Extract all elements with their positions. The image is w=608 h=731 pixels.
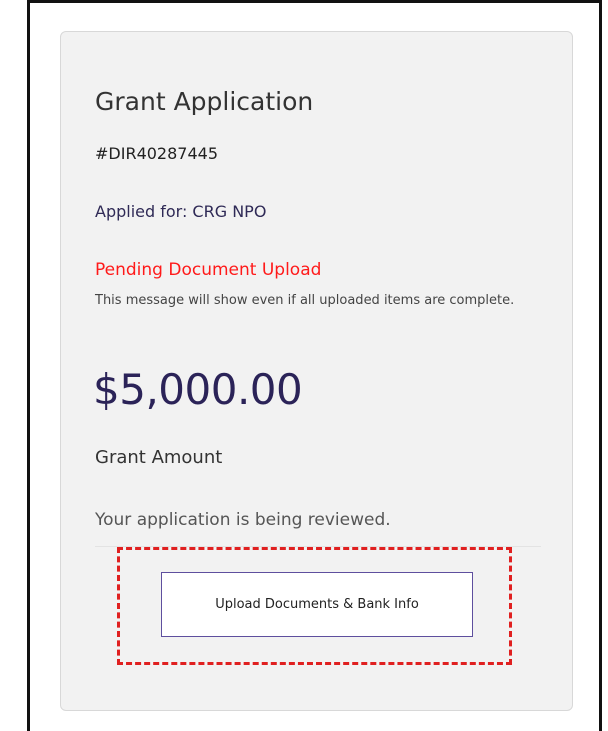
grant-amount-value: $5,000.00 [93,365,303,414]
application-id: #DIR40287445 [95,144,218,163]
review-message: Your application is being reviewed. [95,510,391,530]
card-title: Grant Application [95,87,314,116]
grant-application-card: Grant Application #DIR40287445 Applied f… [60,31,573,711]
status-note: This message will show even if all uploa… [95,293,515,308]
status-text: Pending Document Upload [95,260,322,280]
grant-amount-label: Grant Amount [95,447,223,468]
upload-documents-button[interactable]: Upload Documents & Bank Info [161,572,473,637]
applied-for-label: Applied for: CRG NPO [95,202,267,221]
